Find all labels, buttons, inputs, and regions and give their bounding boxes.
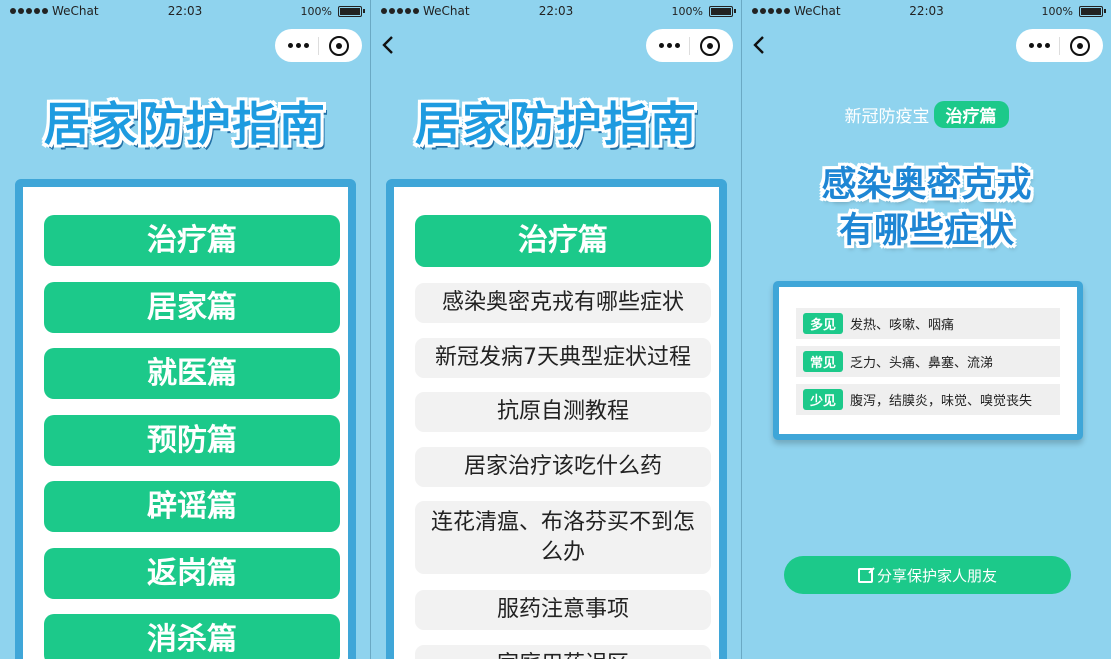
battery-icon [1079,6,1106,17]
more-icon[interactable] [1028,43,1050,48]
capsule-divider [1059,36,1061,55]
close-miniprogram-icon[interactable] [700,35,721,56]
menu-button-prevention[interactable]: 预防篇 [44,415,340,466]
miniprogram-capsule [1016,29,1103,62]
battery-icon [709,6,736,17]
close-miniprogram-icon[interactable] [1070,35,1091,56]
screen-symptom-detail: WeChat 22:03 100% 新冠防疫宝 治疗篇 感染奥密克戎 有哪些症状 … [742,0,1111,659]
menu-button-hospital[interactable]: 就医篇 [44,348,340,399]
category-tag: 治疗篇 [933,101,1009,128]
frequency-badge: 常见 [803,351,844,372]
topic-item[interactable]: 连花清瘟、布洛芬买不到怎么办 [415,501,711,574]
menu-button-home[interactable]: 居家篇 [44,282,340,333]
battery-percent: 100% [671,5,703,18]
frequency-badge: 少见 [803,389,844,410]
menu-button-treatment[interactable]: 治疗篇 [44,215,340,266]
miniprogram-capsule [646,29,733,62]
brand-name: 新冠防疫宝 [844,107,930,127]
frequency-badge: 多见 [803,313,844,334]
battery-icon [338,6,365,17]
symptom-card: 多见 发热、咳嗽、咽痛 常见 乏力、头痛、鼻塞、流涕 少见 腹泻，结膜炎，味觉、嗅觉丧… [773,281,1083,440]
page-header: 新冠防疫宝 治疗篇 [742,101,1111,128]
menu-button-disinfection[interactable]: 消杀篇 [44,614,340,659]
symptom-row: 常见 乏力、头痛、鼻塞、流涕 [796,346,1060,377]
share-label: 分享保护家人朋友 [876,566,997,585]
menu-button-return-work[interactable]: 返岗篇 [44,548,340,599]
page-title-line: 有哪些症状 [838,211,1014,251]
back-arrow-icon[interactable] [381,35,395,55]
symptom-text: 腹泻，结膜炎，味觉、嗅觉丧失 [850,394,1033,409]
battery-percent: 100% [1041,5,1073,18]
share-icon [857,567,873,583]
topic-item[interactable]: 家庭用药误区 [415,645,711,659]
status-bar: WeChat 22:03 100% [0,0,370,22]
screen-home: WeChat 22:03 100% 居家防护指南 治疗篇 居家篇 就医篇 预防篇… [0,0,370,659]
topic-item[interactable]: 感染奥密克戎有哪些症状 [415,283,711,323]
topic-item[interactable]: 新冠发病7天典型症状过程 [415,338,711,378]
app-logo: 居家防护指南 [415,97,697,151]
status-bar: WeChat 22:03 100% [742,0,1111,22]
share-button[interactable]: 分享保护家人朋友 [784,556,1071,594]
status-bar: WeChat 22:03 100% [371,0,741,22]
symptom-text: 发热、咳嗽、咽痛 [850,318,955,333]
topic-card: 治疗篇 感染奥密克戎有哪些症状 新冠发病7天典型症状过程 抗原自测教程 居家治疗… [386,179,727,659]
capsule-divider [689,36,691,55]
topic-item[interactable]: 服药注意事项 [415,590,711,630]
menu-button-rumor[interactable]: 辟谣篇 [44,481,340,532]
topic-item[interactable]: 居家治疗该吃什么药 [415,447,711,487]
miniprogram-capsule [275,29,362,62]
battery-percent: 100% [300,5,332,18]
more-icon[interactable] [287,43,309,48]
back-arrow-icon[interactable] [752,35,766,55]
menu-card: 治疗篇 居家篇 就医篇 预防篇 辟谣篇 返岗篇 消杀篇 [15,179,356,659]
screen-treatment-list: WeChat 22:03 100% 居家防护指南 治疗篇 感染奥密克戎有哪些症状… [371,0,741,659]
app-logo: 居家防护指南 [44,97,326,151]
symptom-text: 乏力、头痛、鼻塞、流涕 [850,356,994,371]
section-header-treatment[interactable]: 治疗篇 [415,215,711,267]
more-icon[interactable] [658,43,680,48]
capsule-divider [318,36,320,55]
close-miniprogram-icon[interactable] [329,35,350,56]
topic-item[interactable]: 抗原自测教程 [415,392,711,432]
symptom-row: 多见 发热、咳嗽、咽痛 [796,308,1060,339]
page-title-line: 感染奥密克戎 [821,165,1032,205]
symptom-row: 少见 腹泻，结膜炎，味觉、嗅觉丧失 [796,384,1060,415]
page-title: 感染奥密克戎 有哪些症状 [742,162,1111,254]
